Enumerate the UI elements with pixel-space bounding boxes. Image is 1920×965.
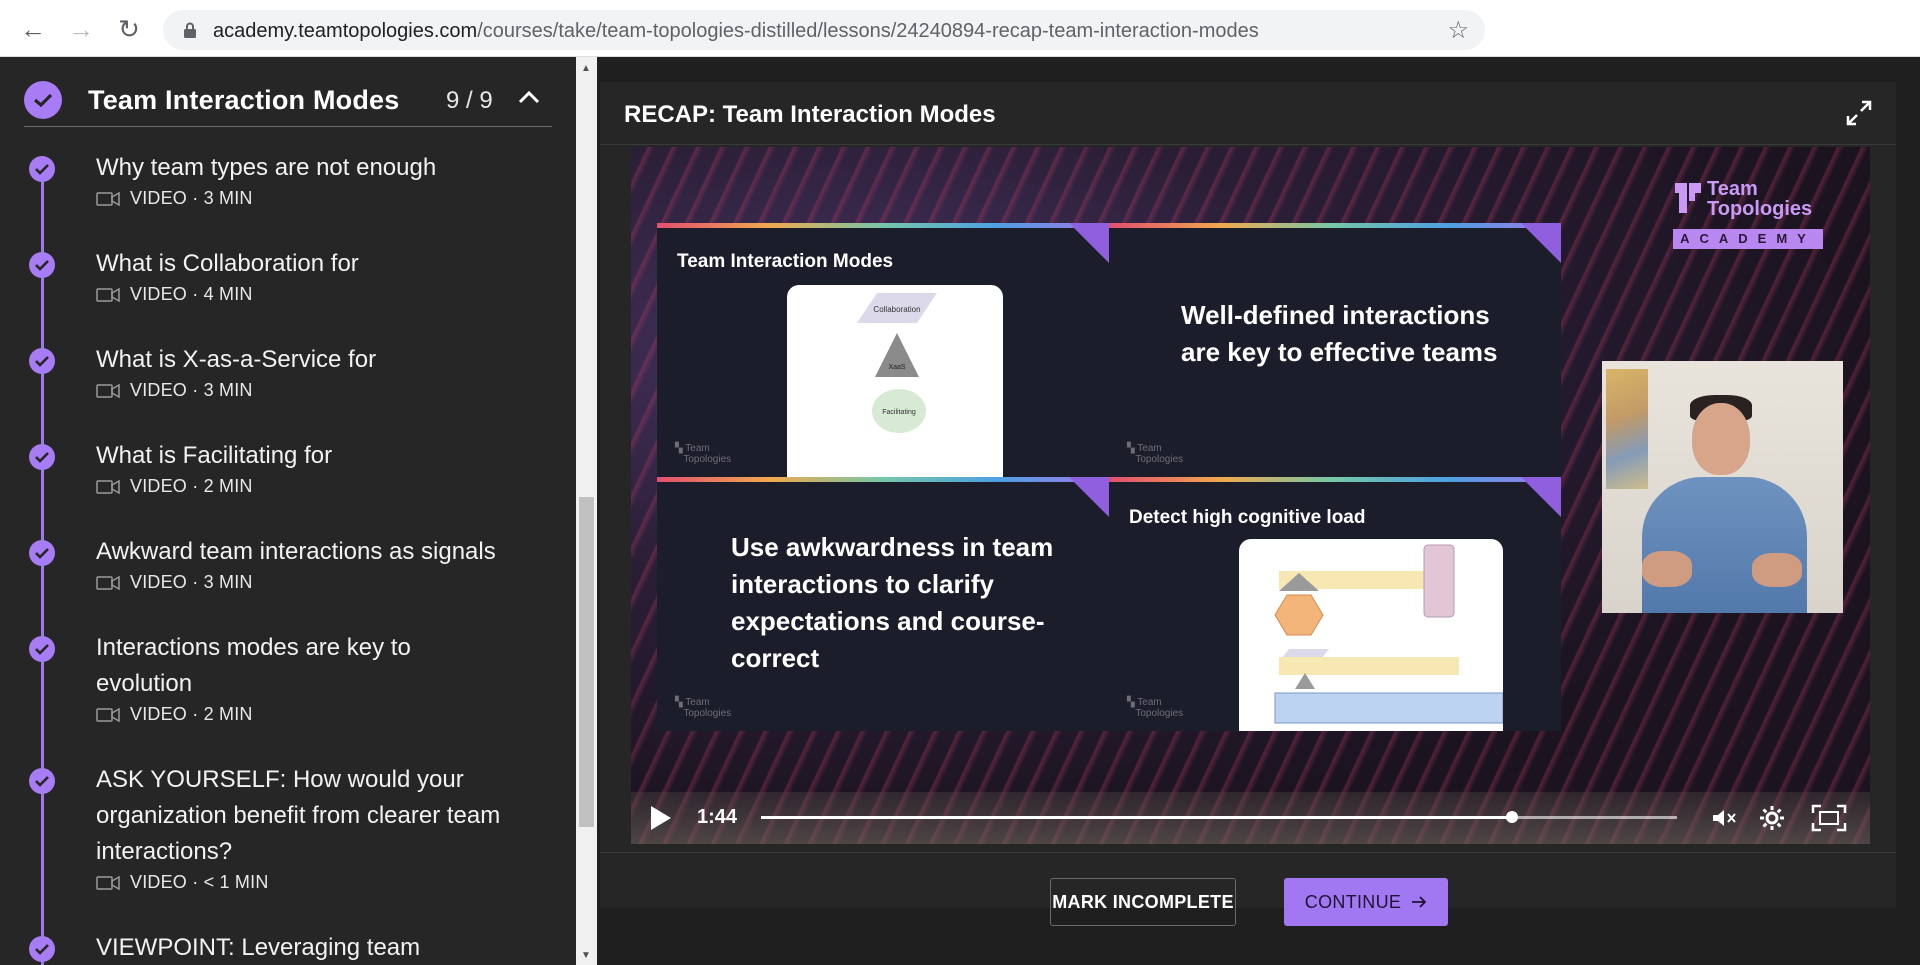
lesson-title: Awkward team interactions as signals	[96, 538, 496, 565]
lesson-title: ASK YOURSELF: How would your organizatio…	[96, 766, 501, 865]
video-camera-icon	[96, 479, 120, 494]
slide-thumbnail: Team Interaction Modes Collaboration Xaa…	[657, 223, 1109, 477]
chevron-up-icon[interactable]	[518, 83, 540, 111]
video-camera-icon	[96, 287, 120, 302]
presenter-video-overlay	[1602, 361, 1843, 613]
expand-icon[interactable]	[1844, 98, 1874, 128]
continue-label: CONTINUE	[1304, 891, 1402, 912]
slide-logo: ▚ Team Topologies	[675, 443, 732, 465]
video-camera-icon	[96, 875, 120, 890]
lesson-title: VIEWPOINT: Leveraging team	[96, 934, 421, 961]
slide-thumbnail: Well-defined interactions are key to eff…	[1109, 223, 1561, 477]
course-sidebar: Team Interaction Modes 9 / 9 Why team ty…	[0, 57, 576, 965]
lesson-title-heading: RECAP: Team Interaction Modes	[624, 101, 996, 128]
divider	[600, 144, 1896, 145]
slide-logo: ▚ Team Topologies	[675, 697, 732, 719]
mute-icon[interactable]	[1707, 802, 1741, 834]
brand-line2: Topologies	[1707, 198, 1813, 220]
svg-text:XaaS: XaaS	[888, 364, 905, 371]
play-icon[interactable]	[651, 806, 671, 830]
browser-toolbar: ← → ↻ academy.teamtopologies.com/courses…	[0, 0, 1920, 57]
video-camera-icon	[96, 575, 120, 590]
divider	[600, 852, 1896, 853]
progress-knob[interactable]	[1506, 811, 1519, 823]
slide-logo: ▚ Team Topologies	[1127, 697, 1184, 719]
url-text: academy.teamtopologies.com/courses/take/…	[213, 20, 1259, 42]
diagram-card: Collaboration XaaS Facilitating	[787, 285, 1003, 477]
check-icon	[29, 348, 55, 374]
video-controls: 1:44	[631, 792, 1870, 844]
slide-text: Well-defined interactions are key to eff…	[1181, 300, 1498, 367]
arrow-right-icon	[1412, 896, 1427, 908]
video-camera-icon	[96, 707, 120, 722]
svg-text:Facilitating: Facilitating	[882, 409, 916, 416]
progress-bar[interactable]	[761, 811, 1677, 823]
tt-logo-icon	[1675, 183, 1701, 213]
section-header[interactable]: Team Interaction Modes 9 / 9	[24, 69, 552, 127]
lesson-meta: VIDEO · 2 MIN	[96, 704, 253, 725]
lesson-meta: VIDEO · 3 MIN	[96, 380, 253, 401]
current-time: 1:44	[697, 806, 738, 828]
slide-thumbnail: Detect high cognitive load ▚ Team Topolo…	[1109, 477, 1561, 731]
lock-icon	[184, 22, 196, 38]
diagram-card	[1239, 539, 1504, 731]
check-icon	[29, 768, 55, 794]
slide-heading: Detect high cognitive load	[1129, 507, 1366, 528]
progress-fill	[761, 816, 1513, 819]
fullscreen-icon[interactable]	[1809, 802, 1849, 834]
lesson-meta: VIDEO · 4 MIN	[96, 284, 253, 305]
section-title: Team Interaction Modes	[88, 85, 400, 115]
lesson-meta: VIDEO · 3 MIN	[96, 188, 253, 209]
lesson-meta: VIDEO · 2 MIN	[96, 476, 253, 497]
scroll-down-arrow-icon[interactable]: ▼	[581, 950, 591, 961]
slide-thumbnail: Use awkwardness in team interactions to …	[657, 477, 1109, 731]
forward-button[interactable]: →	[64, 12, 98, 46]
brand-academy: ACADEMY	[1673, 229, 1823, 249]
check-icon	[29, 156, 55, 182]
scroll-up-arrow-icon[interactable]: ▲	[581, 63, 591, 74]
check-icon	[29, 444, 55, 470]
lesson-meta: VIDEO · 3 MIN	[96, 572, 253, 593]
check-icon	[29, 936, 55, 962]
video-camera-icon	[96, 383, 120, 398]
lesson-title: What is Facilitating for	[96, 442, 333, 469]
lesson-main: RECAP: Team Interaction Modes Team Topolo…	[597, 57, 1920, 965]
check-icon	[29, 252, 55, 278]
scroll-thumb[interactable]	[579, 497, 594, 827]
lesson-title: Why team types are not enough	[96, 154, 437, 181]
svg-text:Collaboration: Collaboration	[873, 305, 920, 314]
check-icon	[29, 636, 55, 662]
reload-button[interactable]: ↻	[112, 12, 146, 46]
slide-logo: ▚ Team Topologies	[1127, 443, 1184, 465]
mark-incomplete-button[interactable]: MARK INCOMPLETE	[1050, 878, 1236, 926]
section-progress-count: 9 / 9	[446, 87, 493, 114]
brand-line1: Team	[1707, 178, 1758, 200]
video-player[interactable]: Team Topologies ACADEMY Team Interaction …	[631, 147, 1870, 844]
continue-button[interactable]: CONTINUE	[1284, 878, 1448, 926]
lesson-title: What is Collaboration for	[96, 250, 359, 277]
address-bar[interactable]: academy.teamtopologies.com/courses/take/…	[163, 10, 1485, 50]
check-icon	[29, 540, 55, 566]
bookmark-star-icon[interactable]: ☆	[1447, 16, 1469, 45]
lesson-timeline-line	[41, 169, 44, 965]
sidebar-scrollbar[interactable]: ▲ ▼	[576, 57, 597, 965]
settings-gear-icon[interactable]	[1755, 802, 1789, 834]
video-camera-icon	[96, 191, 120, 206]
slide-text: Use awkwardness in team interactions to …	[731, 532, 1054, 673]
slide-heading: Team Interaction Modes	[677, 251, 894, 272]
back-button[interactable]: ←	[16, 12, 50, 46]
lesson-title: Interactions modes are key to evolution	[96, 634, 411, 697]
team-topologies-logo: Team Topologies ACADEMY	[1669, 177, 1839, 257]
lesson-meta: VIDEO · < 1 MIN	[96, 872, 269, 893]
player-panel: RECAP: Team Interaction Modes Team Topolo…	[600, 82, 1896, 926]
check-icon	[24, 81, 62, 119]
lesson-title: What is X-as-a-Service for	[96, 346, 377, 373]
